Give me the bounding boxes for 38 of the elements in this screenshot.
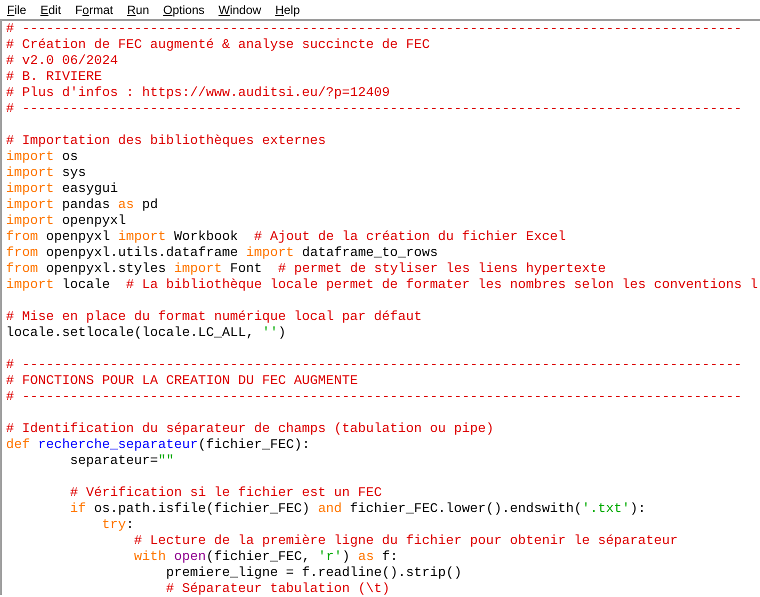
menu-item[interactable]: Run bbox=[126, 0, 150, 18]
code-line: # Lecture de la première ligne du fichier pour obtenir le séparateur bbox=[132, 534, 679, 550]
code-line: if os.path.isfile(fichier_FEC) and fichier_FEC.lower().endswith('.txt'): bbox=[68, 502, 647, 518]
code-line: # ------------------------------------------------------------------------------------------ bbox=[6, 358, 743, 374]
code-line: # ------------------------------------------------------------------------------------------ bbox=[6, 390, 743, 406]
menu-item[interactable]: Edit bbox=[39, 0, 62, 18]
code-line: import pandas as pd bbox=[6, 198, 159, 214]
menu-item[interactable]: Help bbox=[274, 0, 301, 18]
menu-item[interactable]: Window bbox=[218, 0, 262, 18]
code-line: import easygui bbox=[6, 182, 119, 198]
code-line: import locale # La bibliothèque locale permet de formater les nombres selon les conventions l bbox=[6, 278, 759, 294]
code-line: import sys bbox=[6, 166, 87, 182]
code-line: try: bbox=[100, 518, 135, 534]
code-line: # ------------------------------------------------------------------------------------------ bbox=[6, 22, 743, 38]
code-line: import os bbox=[6, 150, 79, 166]
code-line: # Importation des bibliothèques externes bbox=[6, 134, 327, 150]
code-line: # FONCTIONS POUR LA CREATION DU FEC AUGMENTE bbox=[6, 374, 359, 390]
code-line: # Vérification si le fichier est un FEC bbox=[68, 486, 383, 502]
menu-item[interactable]: Format bbox=[74, 0, 114, 18]
code-line: # ------------------------------------------------------------------------------------------ bbox=[6, 102, 743, 118]
code-line: # v2.0 06/2024 bbox=[6, 54, 119, 70]
code-line: with open(fichier_FEC, 'r') as f: bbox=[132, 550, 399, 566]
code-line: from openpyxl.styles import Font # permet de styliser les liens hypertexte bbox=[6, 262, 607, 278]
code-line: # Identification du séparateur de champs (tabulation ou pipe) bbox=[6, 422, 495, 438]
code-line: locale.setlocale(locale.LC_ALL, '') bbox=[6, 326, 287, 342]
code-line: import openpyxl bbox=[6, 214, 127, 230]
code-line: # B. RIVIERE bbox=[6, 70, 103, 86]
code-line: # Plus d'infos : https://www.auditsi.eu/?p=12409 bbox=[6, 86, 391, 102]
code-line: from openpyxl import Workbook # Ajout de la création du fichier Excel bbox=[6, 230, 567, 246]
code-line: premiere_ligne = f.readline().strip() bbox=[164, 566, 463, 582]
menu-item[interactable]: File bbox=[6, 0, 28, 18]
code-line: from openpyxl.utils.dataframe import dataframe_to_rows bbox=[6, 246, 439, 262]
menu-item[interactable]: Options bbox=[162, 0, 206, 18]
code-line: separateur="" bbox=[68, 454, 175, 470]
code-line: # Séparateur tabulation (\t) bbox=[164, 582, 391, 595]
code-line: # Création de FEC augmenté & analyse succincte de FEC bbox=[6, 38, 431, 54]
code-line: # Mise en place du format numérique local par défaut bbox=[6, 310, 423, 326]
code-line: def recherche_separateur(fichier_FEC): bbox=[6, 438, 311, 454]
